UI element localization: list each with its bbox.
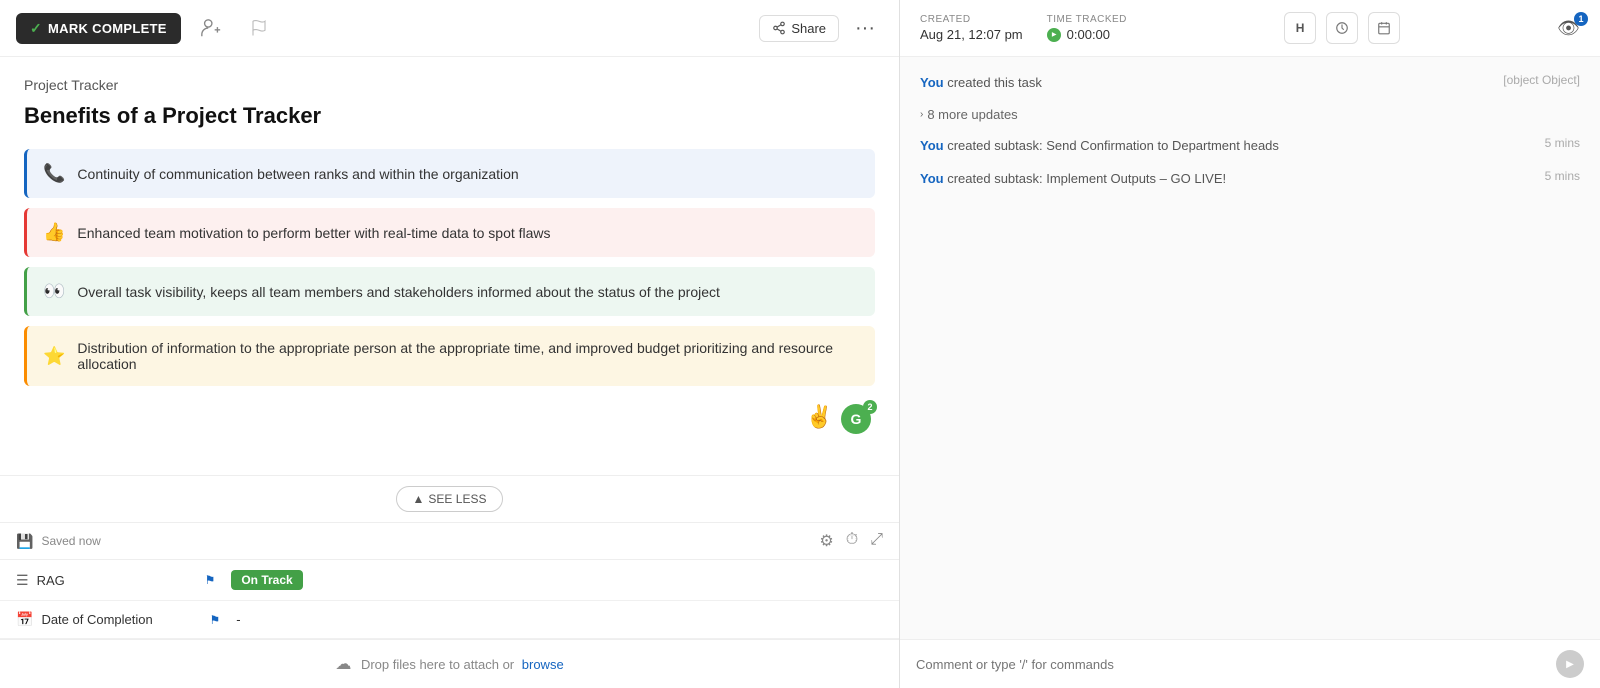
date-field-icon: 📅 xyxy=(16,611,33,628)
activity-text-1: created this task xyxy=(947,75,1042,90)
activity-text-3: created subtask: Send Confirmation to De… xyxy=(947,138,1279,153)
benefit-text-4: Distribution of information to the appro… xyxy=(77,340,859,372)
comment-bar: ▶ xyxy=(900,639,1600,688)
share-label: Share xyxy=(791,21,826,36)
chevron-right-icon: › xyxy=(920,109,923,120)
activity-area: You created this task [object Object] › … xyxy=(900,57,1600,639)
share-button[interactable]: Share xyxy=(759,15,839,42)
date-field-value[interactable]: - xyxy=(236,612,240,627)
content-area: Project Tracker Benefits of a Project Tr… xyxy=(0,57,899,475)
bottom-status-bar: 💾 Saved now ⚙ ⏱ ⤢ xyxy=(0,522,899,559)
activity-item-1: You created this task [object Object] xyxy=(920,73,1580,93)
left-panel: ✓ MARK COMPLETE xyxy=(0,0,900,688)
more-options-button[interactable]: ··· xyxy=(847,13,883,44)
date-field-label: Date of Completion xyxy=(41,612,201,627)
activity-item-3: You created subtask: Send Confirmation t… xyxy=(920,136,1580,156)
rag-field-label: RAG xyxy=(37,573,197,588)
activity-actor-1: You xyxy=(920,75,944,90)
benefit-item-3: 👀 Overall task visibility, keeps all tea… xyxy=(24,267,875,316)
reaction-peace[interactable]: ✌️ xyxy=(806,404,833,434)
activity-time-1: [object Object] xyxy=(1503,73,1580,87)
time-tracked-meta: TIME TRACKED 0:00:00 xyxy=(1047,14,1127,42)
watchers-badge: 1 xyxy=(1574,12,1588,26)
file-drop-area: ☁ Drop files here to attach or browse xyxy=(0,639,899,688)
file-drop-text: Drop files here to attach or xyxy=(361,657,514,672)
created-meta: CREATED Aug 21, 12:07 pm xyxy=(920,14,1023,42)
more-updates-text: 8 more updates xyxy=(927,107,1017,122)
date-pin-icon[interactable]: ⚑ xyxy=(209,613,220,627)
reaction-g[interactable]: G 2 xyxy=(841,404,871,434)
benefit-item-4: ⭐ Distribution of information to the app… xyxy=(24,326,875,386)
check-icon: ✓ xyxy=(30,20,42,37)
activity-actor-4: You xyxy=(920,171,944,186)
time-tracked-value: 0:00:00 xyxy=(1067,27,1110,42)
timer-play-icon[interactable] xyxy=(1047,28,1061,42)
mark-complete-button[interactable]: ✓ MARK COMPLETE xyxy=(16,13,181,44)
benefit-icon-3: 👀 xyxy=(43,281,65,302)
activity-item-4: You created subtask: Implement Outputs –… xyxy=(920,169,1580,189)
reaction-row: ✌️ G 2 xyxy=(24,396,875,442)
task-title: Benefits of a Project Tracker xyxy=(24,103,875,129)
benefit-icon-4: ⭐ xyxy=(43,346,65,367)
right-panel: CREATED Aug 21, 12:07 pm TIME TRACKED 0:… xyxy=(900,0,1600,688)
hourglass-icon: H xyxy=(1296,21,1305,35)
meta-action-icons: H xyxy=(1284,12,1400,44)
activity-actor-3: You xyxy=(920,138,944,153)
calendar-button[interactable] xyxy=(1368,12,1400,44)
expand-icon[interactable]: ⤢ xyxy=(870,531,883,551)
activity-time-3: 5 mins xyxy=(1545,136,1580,150)
comment-send-button[interactable]: ▶ xyxy=(1556,650,1584,678)
timer-button[interactable] xyxy=(1326,12,1358,44)
benefit-icon-2: 👍 xyxy=(43,222,65,243)
created-label: CREATED xyxy=(920,14,1023,25)
bottom-bar-icons: ⚙ ⏱ ⤢ xyxy=(819,531,883,551)
save-icon: 💾 xyxy=(16,533,33,550)
see-less-bar: ▲ SEE LESS xyxy=(0,475,899,522)
benefit-item-1: 📞 Continuity of communication between ra… xyxy=(24,149,875,198)
rag-pin-icon[interactable]: ⚑ xyxy=(205,573,216,587)
rag-field-icon: ☰ xyxy=(16,572,29,589)
time-tracked-label: TIME TRACKED xyxy=(1047,14,1127,25)
benefit-text-3: Overall task visibility, keeps all team … xyxy=(77,284,720,300)
hourglass-button[interactable]: H xyxy=(1284,12,1316,44)
activity-time-4: 5 mins xyxy=(1545,169,1580,183)
see-less-button[interactable]: ▲ SEE LESS xyxy=(396,486,504,512)
benefit-text-1: Continuity of communication between rank… xyxy=(77,166,518,182)
history-icon[interactable]: ⏱ xyxy=(846,531,858,551)
activity-content-3: You created subtask: Send Confirmation t… xyxy=(920,136,1533,156)
toolbar-right: Share ··· xyxy=(759,13,883,44)
settings-icon[interactable]: ⚙ xyxy=(819,531,833,551)
toolbar: ✓ MARK COMPLETE xyxy=(0,0,899,57)
created-value: Aug 21, 12:07 pm xyxy=(920,27,1023,42)
more-updates[interactable]: › 8 more updates xyxy=(920,107,1580,122)
reaction-badge: 2 xyxy=(863,400,877,414)
benefit-icon-1: 📞 xyxy=(43,163,65,184)
timer-display: 0:00:00 xyxy=(1047,27,1127,42)
date-of-completion-field-row: 📅 Date of Completion ⚑ - xyxy=(0,601,899,639)
meta-bar: CREATED Aug 21, 12:07 pm TIME TRACKED 0:… xyxy=(900,0,1600,57)
custom-fields: ☰ RAG ⚑ On Track 📅 Date of Completion ⚑ … xyxy=(0,559,899,639)
benefit-text-2: Enhanced team motivation to perform bett… xyxy=(77,225,550,241)
add-user-button[interactable] xyxy=(193,10,229,46)
benefit-item-2: 👍 Enhanced team motivation to perform be… xyxy=(24,208,875,257)
send-icon: ▶ xyxy=(1566,659,1574,670)
activity-content-1: You created this task xyxy=(920,73,1491,93)
activity-content-4: You created subtask: Implement Outputs –… xyxy=(920,169,1533,189)
comment-input[interactable] xyxy=(916,657,1546,672)
saved-label: Saved now xyxy=(41,534,100,548)
mark-complete-label: MARK COMPLETE xyxy=(48,21,167,36)
breadcrumb: Project Tracker xyxy=(24,77,875,93)
see-less-label: SEE LESS xyxy=(428,492,486,506)
rag-field-row: ☰ RAG ⚑ On Track xyxy=(0,560,899,601)
on-track-badge[interactable]: On Track xyxy=(231,570,302,590)
watchers-container: 👁 1 xyxy=(1557,18,1580,39)
browse-link[interactable]: browse xyxy=(522,657,564,672)
activity-text-4: created subtask: Implement Outputs – GO … xyxy=(947,171,1226,186)
flag-button[interactable] xyxy=(241,10,277,46)
